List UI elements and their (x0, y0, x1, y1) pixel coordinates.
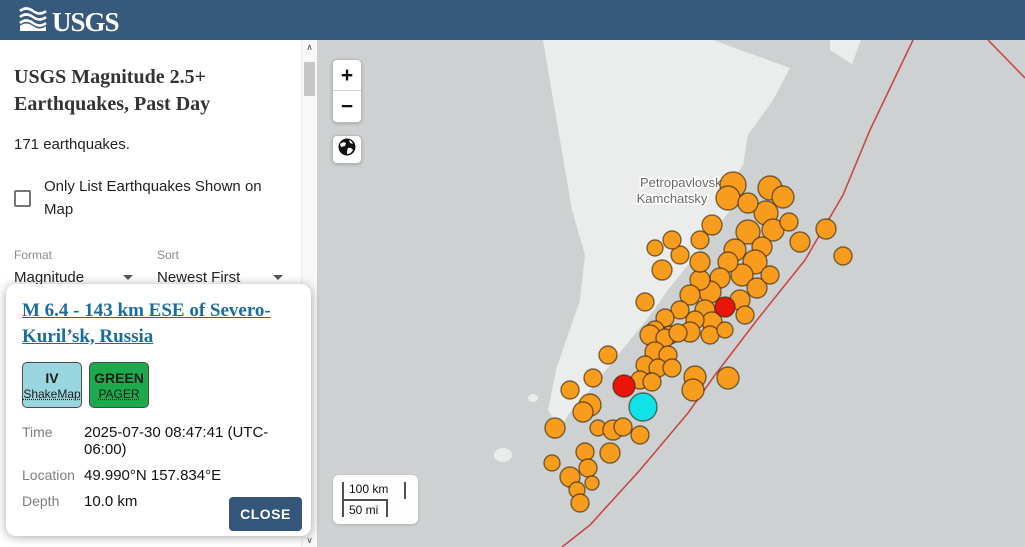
earthquake-marker[interactable] (717, 367, 739, 389)
earthquake-marker[interactable] (716, 186, 740, 210)
earthquake-marker[interactable] (584, 369, 602, 387)
scrollbar-thumb[interactable] (304, 62, 315, 96)
earthquake-marker[interactable] (571, 494, 589, 512)
earthquake-marker[interactable] (690, 252, 710, 272)
zoom-in-button[interactable]: + (333, 60, 361, 91)
earthquake-marker[interactable] (717, 322, 733, 338)
earthquake-marker[interactable] (663, 359, 681, 377)
event-title-link[interactable]: M 6.4 - 143 km ESE of Severo-Kuril’sk, R… (22, 298, 295, 349)
format-label: Format (14, 248, 135, 262)
close-button[interactable]: CLOSE (229, 497, 302, 531)
earthquake-marker[interactable] (573, 402, 593, 422)
chevron-down-icon (123, 275, 133, 280)
page-title: USGS Magnitude 2.5+ Earthquakes, Past Da… (14, 64, 284, 118)
sort-label: Sort (157, 248, 285, 262)
usgs-wave-icon (18, 5, 48, 36)
location-value: 49.990°N 157.834°E (84, 467, 221, 484)
earthquake-marker[interactable] (715, 297, 735, 317)
earthquake-marker[interactable] (663, 231, 681, 249)
earthquake-marker[interactable] (636, 293, 654, 311)
earthquake-marker[interactable] (576, 443, 594, 461)
earthquake-detail-popup: M 6.4 - 143 km ESE of Severo-Kuril’sk, R… (6, 284, 311, 536)
earthquake-marker[interactable] (631, 426, 649, 444)
scale-km-label: 100 km (344, 482, 406, 499)
earthquake-marker[interactable] (600, 443, 620, 463)
only-list-shown-checkbox[interactable] (14, 190, 31, 207)
earthquake-marker[interactable] (780, 213, 798, 231)
location-label: Location (22, 467, 84, 484)
globe-icon (337, 137, 357, 162)
earthquake-marker[interactable] (613, 375, 635, 397)
zoom-out-button[interactable]: − (333, 91, 361, 122)
earthquake-marker[interactable] (579, 459, 597, 477)
sort-selected-value: Newest First (157, 269, 240, 286)
shakemap-badge[interactable]: IV ShakeMap (22, 362, 82, 408)
earthquake-marker[interactable] (682, 379, 704, 401)
earthquake-marker[interactable] (643, 373, 661, 391)
format-selected-value: Magnitude (14, 269, 84, 286)
svg-text:Kamchatsky: Kamchatsky (637, 191, 708, 206)
scroll-up-icon[interactable]: ∧ (302, 40, 317, 54)
pager-label: PAGER (98, 387, 139, 401)
earthquake-list-panel: USGS Magnitude 2.5+ Earthquakes, Past Da… (0, 40, 318, 547)
usgs-logo[interactable]: USGS (18, 5, 119, 36)
earthquake-marker[interactable] (599, 346, 617, 364)
depth-value: 10.0 km (84, 493, 137, 510)
earthquake-marker[interactable] (545, 418, 565, 438)
earthquake-marker[interactable] (647, 240, 663, 256)
only-list-shown-label: Only List Earthquakes Shown on Map (44, 175, 289, 222)
earthquake-marker[interactable] (561, 381, 579, 399)
app-header: USGS (0, 0, 1025, 40)
pager-alert-level: GREEN (94, 370, 144, 386)
earthquake-marker[interactable] (614, 418, 632, 436)
earthquake-marker[interactable] (790, 232, 810, 252)
earthquake-marker[interactable] (691, 231, 709, 249)
usgs-logo-text: USGS (52, 9, 119, 36)
depth-label: Depth (22, 493, 84, 510)
time-value: 2025-07-30 08:47:41 (UTC-06:00) (84, 424, 295, 458)
earthquake-marker[interactable] (738, 193, 758, 213)
earthquake-marker[interactable] (816, 219, 836, 239)
shakemap-intensity: IV (45, 370, 58, 386)
map-canvas[interactable]: Petropavlovsk- Kamchatsky (318, 40, 1025, 547)
selected-earthquake-marker[interactable] (629, 393, 657, 421)
earthquake-marker[interactable] (669, 324, 687, 342)
scale-bar: 100 km 50 mi (333, 475, 418, 524)
earthquake-marker[interactable] (736, 306, 754, 324)
scale-mi-label: 50 mi (344, 499, 388, 517)
earthquake-marker[interactable] (701, 326, 719, 344)
globe-button[interactable] (332, 135, 362, 164)
earthquake-count: 171 earthquakes. (14, 136, 289, 153)
chevron-down-icon (273, 275, 283, 280)
pager-badge[interactable]: GREEN PAGER (89, 362, 149, 408)
earthquake-marker[interactable] (585, 476, 599, 490)
shakemap-label: ShakeMap (23, 387, 80, 401)
time-label: Time (22, 424, 84, 458)
svg-text:Petropavlovsk-: Petropavlovsk- (640, 175, 726, 190)
zoom-control: + − (332, 59, 362, 123)
earthquake-marker[interactable] (761, 266, 779, 284)
map[interactable]: Petropavlovsk- Kamchatsky + − 100 km (318, 40, 1025, 547)
earthquake-marker[interactable] (544, 455, 560, 471)
earthquake-marker[interactable] (652, 260, 672, 280)
earthquake-marker[interactable] (834, 247, 852, 265)
